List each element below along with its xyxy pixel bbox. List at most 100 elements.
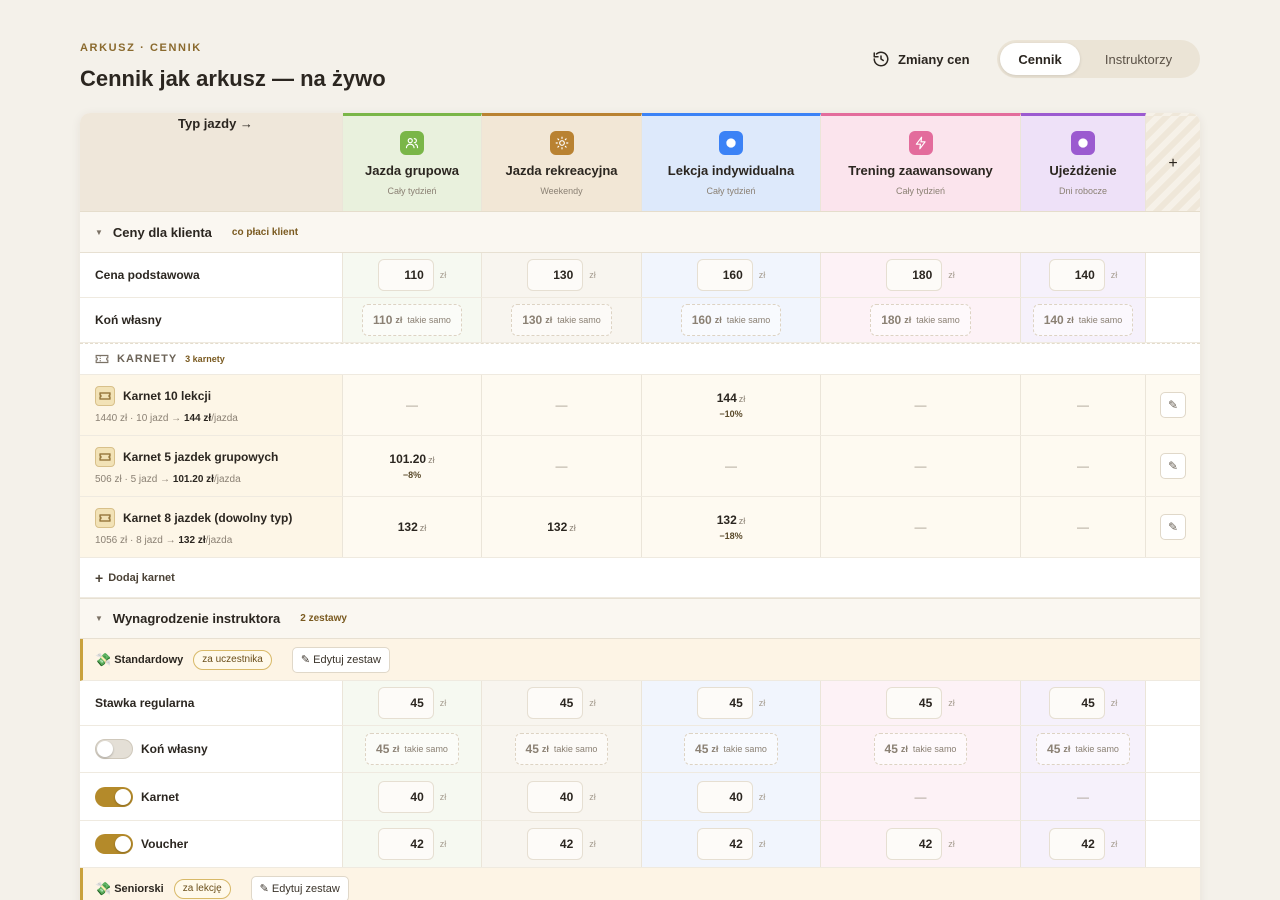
add-karnet-label: Dodaj karnet	[108, 571, 175, 584]
empty-value: —	[406, 398, 418, 412]
pencil-icon: ✎	[1167, 459, 1179, 473]
empty-value: —	[725, 459, 737, 473]
price-history-button[interactable]: Zmiany cen	[872, 48, 970, 70]
inherited-price[interactable]: 110 zł takie samo	[362, 304, 462, 336]
edit-rate-set-button[interactable]: ✎ Edytuj zestaw	[291, 646, 390, 673]
karnet-price: 144 zł −10%	[716, 391, 746, 419]
karnet-row: Karnet 5 jazdek grupowych 506 zł · 5 jazd…	[80, 436, 1200, 497]
column-name: Jazda grupowa	[365, 163, 459, 178]
plus-icon: +	[95, 569, 104, 586]
price-input[interactable]: 140	[1048, 259, 1105, 291]
row-instructor-own-horse: Koń własny 45 zł takie samo 45 zł takie samo…	[80, 726, 1200, 773]
voucher-toggle[interactable]	[95, 834, 133, 854]
section-instructor-pay[interactable]: ▼ Wynagrodzenie instruktora 2 zestawy	[80, 598, 1200, 639]
price-input[interactable]: 130	[527, 259, 584, 291]
rate-input[interactable]: 42	[1048, 828, 1105, 860]
row-label: Karnet	[141, 789, 180, 804]
caret-down-icon[interactable]: ▼	[95, 228, 103, 237]
discount-label: −18%	[719, 531, 743, 541]
currency-unit: zł	[1110, 270, 1118, 280]
rate-input[interactable]: 45	[696, 687, 753, 719]
rate-input[interactable]: 42	[377, 828, 434, 860]
row-base-price: Cena podstawowa 110 zł 130 zł 160 zł 180 zł …	[80, 253, 1200, 298]
rate-input[interactable]: 40	[696, 780, 753, 813]
column-header-advanced[interactable]: Trening zaawansowany Cały tydzień	[821, 113, 1021, 211]
section-client-prices[interactable]: ▼ Ceny dla klienta co płaci klient	[80, 212, 1200, 253]
rate-input[interactable]: 42	[527, 828, 584, 860]
inherited-price[interactable]: 140 zł takie samo	[1032, 304, 1134, 336]
rate-set-name: Standardowy	[114, 653, 184, 666]
price-input[interactable]: 180	[886, 259, 943, 291]
ticket-icon	[95, 508, 115, 528]
karnet-price: 101.20 zł −8%	[389, 452, 435, 480]
empty-value: —	[1077, 398, 1089, 412]
pencil-icon: ✎	[1167, 398, 1179, 412]
currency-unit: zł	[439, 839, 447, 849]
karnet-summary: 1440 zł · 10 jazd → 144 zł/jazda	[95, 413, 238, 424]
rate-input[interactable]: 45	[886, 687, 943, 719]
empty-value: —	[555, 398, 568, 412]
column-header-individual[interactable]: Lekcja indywidualna Cały tydzień	[642, 113, 821, 211]
edit-karnet-button[interactable]: ✎	[1160, 392, 1186, 418]
rate-input[interactable]: 45	[527, 687, 584, 719]
karnet-row: Karnet 10 lekcji 1440 zł · 10 jazd → 144 …	[80, 375, 1200, 436]
currency-unit: zł	[948, 270, 955, 280]
inherited-rate[interactable]: 45 zł takie samo	[873, 733, 968, 765]
rate-input[interactable]: 42	[696, 828, 753, 860]
rate-set-mode-badge: za uczestnika	[193, 649, 272, 670]
column-header-group[interactable]: Jazda grupowa Cały tydzień	[343, 113, 482, 211]
karnet-name: Karnet 8 jazdek (dowolny typ)	[123, 511, 293, 525]
users-icon	[400, 131, 424, 155]
column-header-dressage[interactable]: Ujeżdżenie Dni robocze	[1021, 113, 1146, 211]
corner-label: Typ jazdy →	[80, 113, 343, 211]
column-name: Trening zaawansowany	[848, 163, 993, 178]
bolt-icon	[908, 131, 933, 155]
inherited-rate[interactable]: 45 zł takie samo	[1036, 733, 1130, 765]
discount-label: −10%	[719, 409, 743, 419]
inherited-rate[interactable]: 45 zł takie samo	[514, 733, 609, 765]
edit-karnet-button[interactable]: ✎	[1160, 514, 1186, 540]
ticket-icon	[95, 354, 109, 364]
money-icon: 💸	[95, 880, 112, 896]
currency-unit: zł	[1110, 698, 1118, 708]
currency-unit: zł	[439, 270, 447, 280]
view-switcher: Cennik Instruktorzy	[997, 40, 1200, 78]
rate-set-mode-badge: za lekcję	[173, 878, 231, 899]
rate-input[interactable]: 40	[377, 780, 434, 813]
inherited-price[interactable]: 160 zł takie samo	[680, 304, 782, 336]
currency-unit: zł	[589, 791, 596, 802]
own-horse-toggle[interactable]	[95, 739, 133, 759]
inherited-rate[interactable]: 45 zł takie samo	[365, 733, 459, 765]
add-column-button[interactable]: +	[1146, 113, 1200, 211]
karnet-price: 132 zł −18%	[716, 513, 746, 541]
price-input[interactable]: 160	[696, 259, 753, 291]
currency-unit: zł	[1110, 839, 1118, 849]
row-instructor-karnet: Karnet 40 zł 40 zł 40 zł — —	[80, 773, 1200, 821]
edit-rate-set-button[interactable]: ✎ Edytuj zestaw	[250, 875, 349, 900]
add-karnet-button[interactable]: + Dodaj karnet	[80, 558, 1200, 598]
sun-icon	[549, 131, 574, 155]
money-icon: 💸	[95, 651, 112, 667]
rate-input[interactable]: 45	[377, 687, 434, 719]
rate-input[interactable]: 40	[527, 780, 584, 813]
tab-instruktorzy[interactable]: Instruktorzy	[1080, 43, 1197, 75]
inherited-price[interactable]: 180 zł takie samo	[870, 304, 971, 336]
caret-down-icon[interactable]: ▼	[95, 614, 103, 623]
column-schedule: Dni robocze	[1058, 186, 1108, 196]
tab-cennik[interactable]: Cennik	[1000, 43, 1080, 75]
rate-input[interactable]: 45	[1048, 687, 1105, 719]
row-label: Koń własny	[141, 742, 208, 756]
column-header-recreational[interactable]: Jazda rekreacyjna Weekendy	[482, 113, 642, 211]
column-schedule: Cały tydzień	[387, 186, 437, 196]
rate-input[interactable]: 42	[886, 828, 943, 860]
inherited-price[interactable]: 130 zł takie samo	[511, 304, 612, 336]
price-input[interactable]: 110	[377, 259, 434, 291]
row-label: Koń własny	[95, 313, 162, 327]
karnety-count: 3 karnety	[185, 354, 225, 364]
karnet-toggle[interactable]	[95, 786, 133, 807]
currency-unit: zł	[758, 270, 766, 280]
karnety-header: KARNETY 3 karnety	[80, 343, 1200, 375]
edit-karnet-button[interactable]: ✎	[1160, 453, 1186, 479]
karnet-summary: 506 zł · 5 jazd → 101.20 zł/jazda	[95, 474, 241, 485]
inherited-rate[interactable]: 45 zł takie samo	[684, 733, 778, 765]
